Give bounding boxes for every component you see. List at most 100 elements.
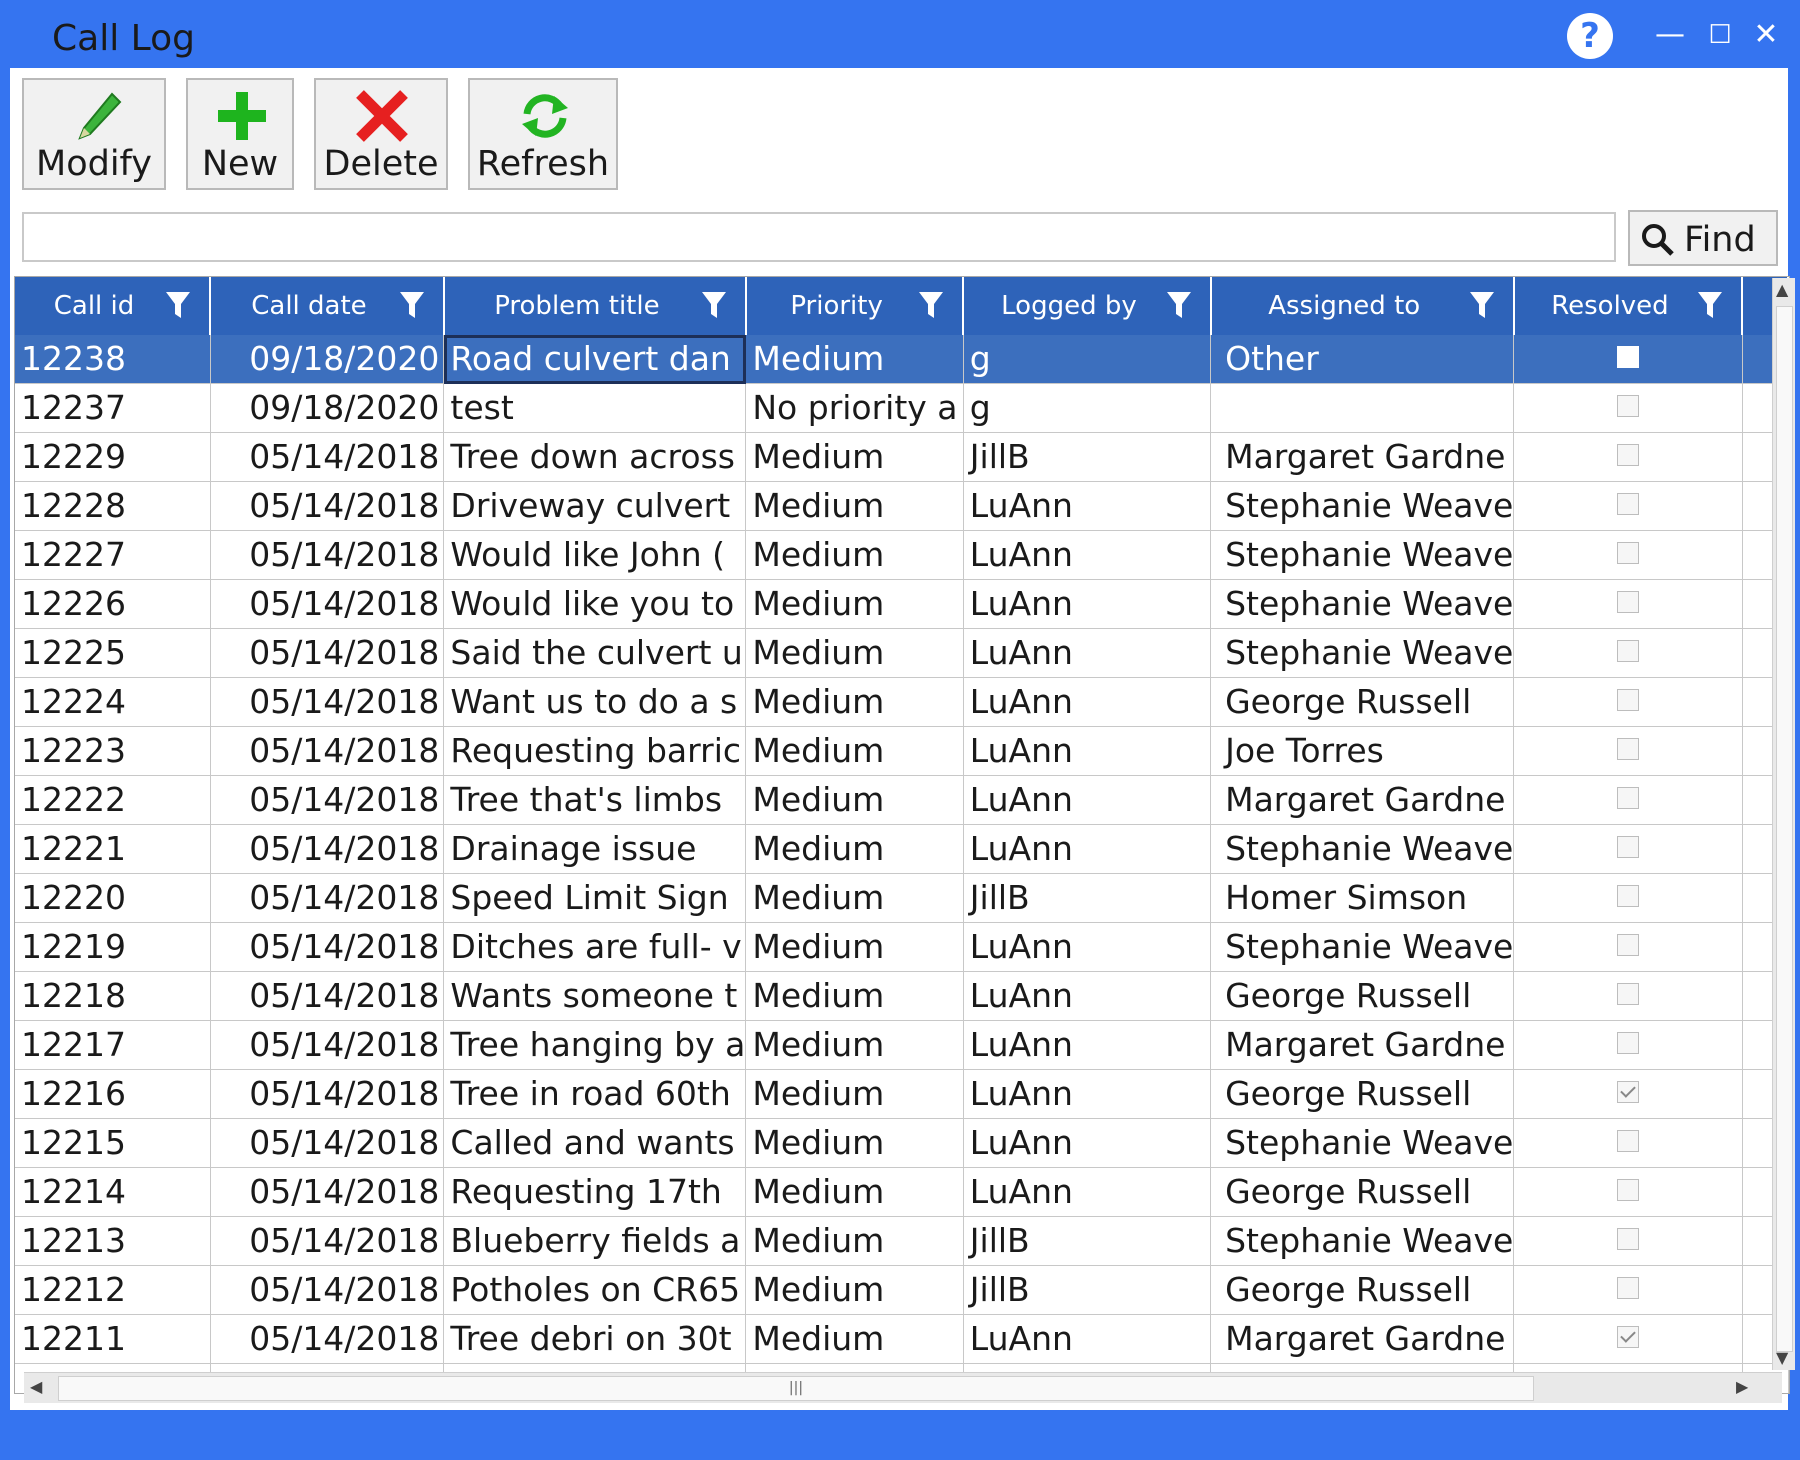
cell-assigned-to[interactable]: Stephanie Weave: [1210, 628, 1515, 678]
cell-priority[interactable]: Medium: [745, 1020, 964, 1070]
cell-title[interactable]: Requesting 17th: [443, 1167, 747, 1217]
cell-title[interactable]: Blueberry fields a: [443, 1216, 747, 1266]
cell-date[interactable]: 05/14/2018: [210, 775, 445, 825]
new-button[interactable]: New: [186, 78, 294, 190]
cell-logged-by[interactable]: LuAnn: [963, 726, 1212, 776]
cell-title[interactable]: test: [443, 383, 747, 433]
cell-priority[interactable]: Medium: [745, 530, 964, 580]
cell-title[interactable]: Speed Limit Sign: [443, 873, 747, 923]
call-log-grid[interactable]: Call id Call date Problem title Priority Log…: [14, 276, 1790, 1394]
resolved-checkbox[interactable]: [1616, 541, 1639, 564]
table-row[interactable]: 12219 05/14/2018 Ditches are full- v Medium…: [15, 922, 1789, 972]
cell-id[interactable]: 12229: [15, 432, 211, 482]
cell-id[interactable]: 12227: [15, 530, 211, 580]
resolved-checkbox[interactable]: [1616, 884, 1639, 907]
resolved-checkbox[interactable]: [1616, 1129, 1639, 1152]
filter-icon[interactable]: [701, 291, 727, 319]
cell-logged-by[interactable]: LuAnn: [963, 1020, 1212, 1070]
resolved-checkbox[interactable]: [1616, 1227, 1639, 1250]
cell-assigned-to[interactable]: Joe Torres: [1210, 726, 1515, 776]
cell-date[interactable]: 05/14/2018: [210, 432, 445, 482]
cell-assigned-to[interactable]: Stephanie Weave: [1210, 824, 1515, 874]
table-row[interactable]: 12217 05/14/2018 Tree hanging by a Medium Lu…: [15, 1020, 1789, 1070]
cell-id[interactable]: 12220: [15, 873, 211, 923]
cell-assigned-to[interactable]: Margaret Gardne: [1210, 432, 1515, 482]
cell-logged-by[interactable]: LuAnn: [963, 775, 1212, 825]
cell-title[interactable]: Driveway culvert: [443, 481, 747, 531]
resolved-checkbox[interactable]: [1616, 1276, 1639, 1299]
cell-title[interactable]: Would like John (: [443, 530, 747, 580]
cell-id[interactable]: 12226: [15, 579, 211, 629]
cell-title[interactable]: Road culvert dan: [443, 335, 747, 384]
table-row[interactable]: 12221 05/14/2018 Drainage issue Medium LuAnn…: [15, 824, 1789, 874]
cell-date[interactable]: 05/14/2018: [210, 971, 445, 1021]
resolved-checkbox[interactable]: [1616, 1178, 1639, 1201]
cell-assigned-to[interactable]: Margaret Gardne: [1210, 1020, 1515, 1070]
cell-logged-by[interactable]: JillB: [963, 432, 1212, 482]
table-row[interactable]: 12212 05/14/2018 Potholes on CR65 Medium Jil…: [15, 1265, 1789, 1315]
cell-assigned-to[interactable]: Homer Simson: [1210, 873, 1515, 923]
cell-id[interactable]: 12217: [15, 1020, 211, 1070]
cell-id[interactable]: 12238: [15, 335, 211, 384]
resolved-checkbox[interactable]: [1616, 1325, 1639, 1348]
table-row[interactable]: 12238 09/18/2020 Road culvert dan Medium g Ot…: [15, 335, 1789, 384]
cell-title[interactable]: Tree in road 60th: [443, 1069, 747, 1119]
filter-icon[interactable]: [1166, 291, 1192, 319]
resolved-checkbox[interactable]: [1616, 786, 1639, 809]
cell-logged-by[interactable]: JillB: [963, 1265, 1212, 1315]
scroll-down-icon[interactable]: ▼: [1776, 1348, 1788, 1367]
column-header-resolved[interactable]: Resolved: [1513, 277, 1744, 335]
cell-id[interactable]: 12219: [15, 922, 211, 972]
cell-id[interactable]: 12214: [15, 1167, 211, 1217]
cell-date[interactable]: 05/14/2018: [210, 1069, 445, 1119]
resolved-checkbox[interactable]: [1616, 737, 1639, 760]
cell-priority[interactable]: Medium: [745, 579, 964, 629]
resolved-checkbox[interactable]: [1616, 688, 1639, 711]
cell-assigned-to[interactable]: Stephanie Weave: [1210, 530, 1515, 580]
cell-id[interactable]: 12211: [15, 1314, 211, 1364]
cell-assigned-to[interactable]: George Russell: [1210, 1069, 1515, 1119]
cell-assigned-to[interactable]: Other: [1210, 335, 1515, 384]
cell-priority[interactable]: Medium: [745, 922, 964, 972]
cell-priority[interactable]: Medium: [745, 1118, 964, 1168]
cell-priority[interactable]: Medium: [745, 1167, 964, 1217]
column-header-problem-title[interactable]: Problem title: [443, 277, 747, 335]
resolved-checkbox[interactable]: [1616, 443, 1639, 466]
cell-assigned-to[interactable]: George Russell: [1210, 971, 1515, 1021]
table-row[interactable]: 12223 05/14/2018 Requesting barric Medium Lu…: [15, 726, 1789, 776]
cell-logged-by[interactable]: LuAnn: [963, 677, 1212, 727]
cell-date[interactable]: 05/14/2018: [210, 481, 445, 531]
cell-assigned-to[interactable]: [1210, 383, 1515, 433]
table-row[interactable]: 12216 05/14/2018 Tree in road 60th Medium Lu…: [15, 1069, 1789, 1119]
column-header-call-date[interactable]: Call date: [210, 277, 445, 335]
cell-date[interactable]: 09/18/2020: [210, 335, 445, 384]
cell-title[interactable]: Wants someone t: [443, 971, 747, 1021]
vertical-scrollbar[interactable]: ▲ ▼: [1772, 278, 1795, 1370]
cell-assigned-to[interactable]: Margaret Gardne: [1210, 775, 1515, 825]
resolved-checkbox[interactable]: [1616, 639, 1639, 662]
cell-date[interactable]: 05/14/2018: [210, 726, 445, 776]
cell-title[interactable]: Called and wants: [443, 1118, 747, 1168]
cell-assigned-to[interactable]: Margaret Gardne: [1210, 1314, 1515, 1364]
table-row[interactable]: 12215 05/14/2018 Called and wants Medium LuA…: [15, 1118, 1789, 1168]
cell-date[interactable]: 05/14/2018: [210, 530, 445, 580]
cell-priority[interactable]: Medium: [745, 1069, 964, 1119]
cell-logged-by[interactable]: LuAnn: [963, 922, 1212, 972]
horizontal-scrollbar[interactable]: ◀ ||| ▶: [24, 1372, 1782, 1403]
find-button[interactable]: Find: [1628, 210, 1778, 266]
scroll-up-icon[interactable]: ▲: [1776, 280, 1788, 299]
cell-title[interactable]: Want us to do a s: [443, 677, 747, 727]
table-row[interactable]: 12224 05/14/2018 Want us to do a s Medium Lu…: [15, 677, 1789, 727]
cell-assigned-to[interactable]: Stephanie Weave: [1210, 1216, 1515, 1266]
table-row[interactable]: 12229 05/14/2018 Tree down across Medium Jil…: [15, 432, 1789, 482]
cell-priority[interactable]: Medium: [745, 432, 964, 482]
cell-title[interactable]: Requesting barric: [443, 726, 747, 776]
resolved-checkbox[interactable]: [1616, 590, 1639, 613]
cell-date[interactable]: 05/14/2018: [210, 1020, 445, 1070]
modify-button[interactable]: Modify: [22, 78, 166, 190]
cell-assigned-to[interactable]: Stephanie Weave: [1210, 481, 1515, 531]
minimize-button[interactable]: —: [1650, 18, 1690, 52]
table-row[interactable]: 12220 05/14/2018 Speed Limit Sign Medium Jil…: [15, 873, 1789, 923]
cell-priority[interactable]: Medium: [745, 971, 964, 1021]
cell-logged-by[interactable]: LuAnn: [963, 824, 1212, 874]
